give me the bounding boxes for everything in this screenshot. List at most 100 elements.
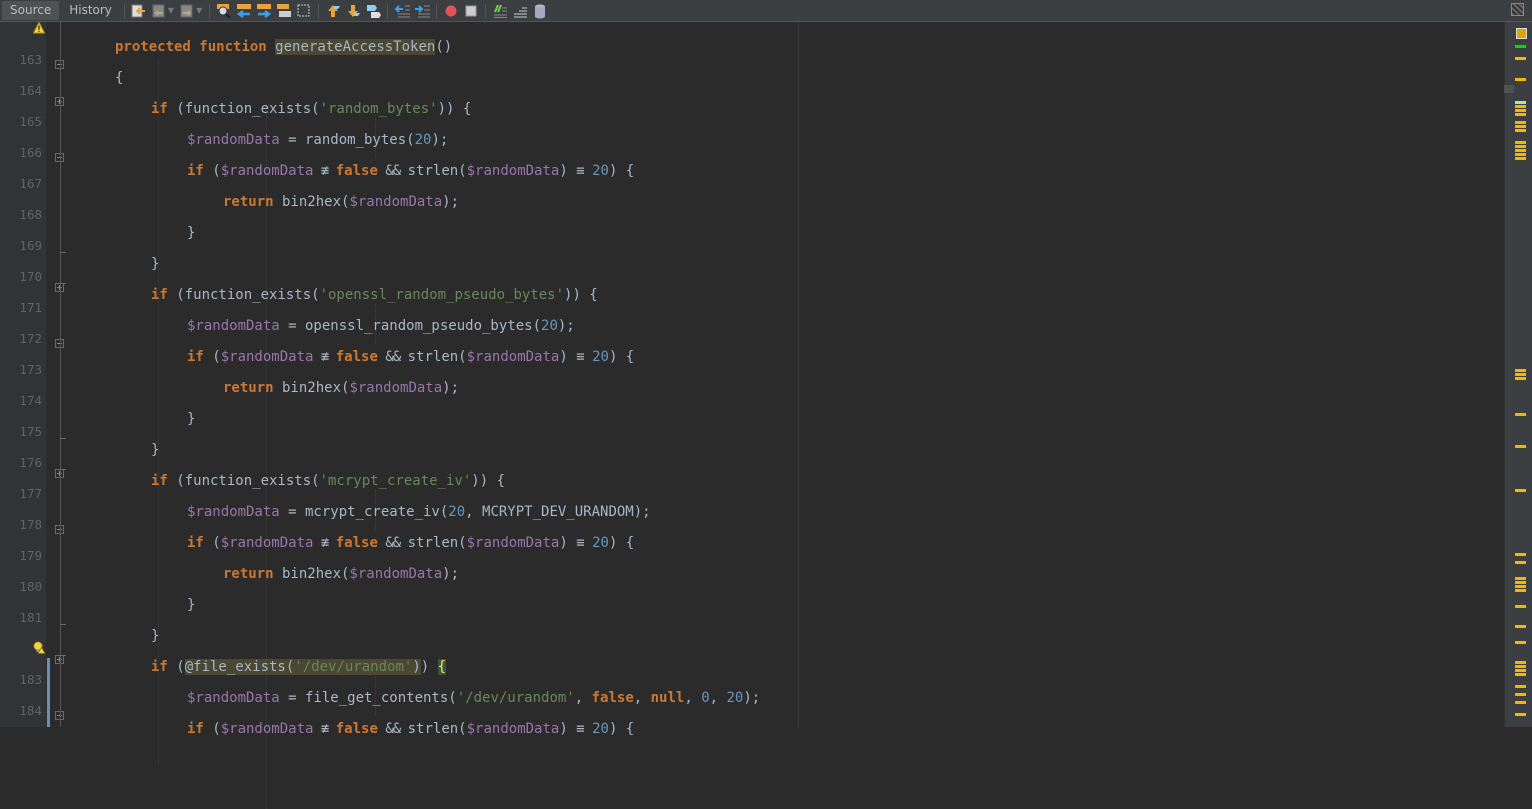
error-stripe-mark[interactable] [1515,685,1526,688]
code-line[interactable]: if ($randomData ≢ false && strlen($rando… [187,532,634,554]
code-line[interactable]: $randomData = openssl_random_pseudo_byte… [187,315,575,337]
stripe-scroll-thumb[interactable] [1504,85,1514,93]
error-stripe-mark[interactable] [1515,113,1526,116]
variable: $randomData [466,721,560,737]
error-stripe-mark[interactable] [1515,157,1526,160]
error-stripe-mark[interactable] [1515,665,1526,668]
error-stripe-mark[interactable] [1515,641,1526,644]
toggle-bookmark-icon[interactable] [365,3,382,19]
code-line[interactable]: if (@file_exists('/dev/urandom')) { [151,656,447,678]
error-stripe-mark[interactable] [1515,149,1526,152]
error-stripe-mark[interactable] [1515,373,1526,376]
error-stripe-mark[interactable] [1515,129,1526,132]
tab-source[interactable]: Source [2,1,60,20]
keyword-return: return [223,194,274,210]
find-next-icon[interactable] [256,3,272,19]
error-stripe-mark[interactable] [1515,413,1526,416]
start-macro-recording-icon[interactable] [443,3,459,19]
previous-bookmark-icon[interactable] [325,3,341,19]
error-stripe-mark[interactable] [1515,625,1526,628]
last-edit-icon[interactable] [131,3,147,19]
error-stripe-mark[interactable] [1515,585,1526,588]
error-stripe-mark[interactable] [1515,369,1526,372]
code-line[interactable]: $randomData = random_bytes(20); [187,129,448,151]
shift-right-icon[interactable] [414,3,431,19]
code-line[interactable]: return bin2hex($randomData); [223,191,459,213]
forward-dropdown-icon[interactable]: ▼ [196,6,202,15]
error-stripe-mark[interactable] [1515,489,1526,492]
code-line[interactable]: } [151,625,159,647]
maximize-icon[interactable] [1511,3,1524,16]
error-stripe-mark[interactable] [1515,377,1526,380]
error-stripe-mark[interactable] [1515,445,1526,448]
code-line[interactable]: return bin2hex($randomData); [223,563,459,585]
closing-brace: } [187,225,196,241]
code-line[interactable]: return bin2hex($randomData); [223,377,459,399]
fold-end-marker [60,252,66,253]
stop-macro-recording-icon[interactable] [463,3,479,19]
error-stripe-mark[interactable] [1515,713,1526,716]
error-stripe-mark[interactable] [1515,78,1526,81]
toggle-highlight-icon[interactable] [276,3,292,19]
code-line[interactable]: protected function generateAccessToken() [115,36,452,58]
error-stripe-mark[interactable] [1515,105,1526,108]
code-line[interactable]: } [151,253,159,275]
back-dropdown-icon[interactable]: ▼ [168,6,174,15]
code-line[interactable]: } [187,408,195,430]
error-stripe-mark[interactable] [1515,45,1526,48]
error-stripe-mark[interactable] [1515,577,1526,580]
line-number: 165 [19,114,42,129]
closing-brace: } [187,597,196,613]
uncomment-icon[interactable] [512,3,528,19]
error-stripe-mark[interactable] [1515,673,1526,676]
file-status-icon[interactable] [1516,28,1527,39]
function-name: generateAccessToken [275,39,436,55]
code-line[interactable]: $randomData = file_get_contents('/dev/ur… [187,687,760,709]
error-stripe-mark[interactable] [1515,125,1526,128]
bulb-warning-icon[interactable] [33,641,45,654]
error-stripe-mark[interactable] [1515,553,1526,556]
code-line[interactable]: } [187,594,195,616]
rectangular-selection-icon[interactable] [296,3,312,19]
error-stripe-mark[interactable] [1515,669,1526,672]
error-stripe-mark[interactable] [1515,589,1526,592]
code-line[interactable]: if (function_exists('mcrypt_create_iv'))… [151,470,505,492]
code-line[interactable]: if ($randomData ≢ false && strlen($rando… [187,160,634,182]
code-line[interactable]: if ($randomData ≢ false && strlen($rando… [187,346,634,368]
error-stripe-mark[interactable] [1515,101,1526,104]
error-stripe-mark[interactable] [1515,141,1526,144]
find-previous-icon[interactable] [236,3,252,19]
punct: ( [203,349,221,365]
error-stripe-mark[interactable] [1515,661,1526,664]
error-stripe-mark[interactable] [1515,581,1526,584]
next-bookmark-icon[interactable] [345,3,361,19]
database-icon[interactable] [532,3,548,19]
error-stripe-mark[interactable] [1515,57,1526,60]
error-stripe-mark[interactable] [1515,145,1526,148]
code-line[interactable]: } [187,222,195,244]
error-stripe-mark[interactable] [1515,153,1526,156]
error-stripe-mark[interactable] [1515,109,1526,112]
warning-icon[interactable] [33,22,45,34]
code-line[interactable]: { [115,67,123,89]
error-stripe-mark[interactable] [1515,561,1526,564]
code-line[interactable]: if (function_exists('random_bytes')) { [151,98,471,120]
error-stripe-mark[interactable] [1515,693,1526,696]
shift-left-icon[interactable] [394,3,411,19]
comment-icon[interactable] [492,3,508,19]
error-stripe-mark[interactable] [1515,121,1526,124]
find-icon[interactable] [216,3,232,19]
error-stripe-mark[interactable] [1515,605,1526,608]
punct: ) { [608,721,635,737]
code-line[interactable]: $randomData = mcrypt_create_iv(20, MCRYP… [187,501,651,523]
back-icon[interactable] [151,3,167,19]
code-line[interactable]: if (function_exists('openssl_random_pseu… [151,284,598,306]
code-line[interactable]: } [151,439,159,461]
error-stripe-mark[interactable] [1515,701,1526,704]
line-number: 180 [19,579,42,594]
tab-history[interactable]: History [61,1,120,20]
code-line[interactable]: if ($randomData ≢ false && strlen($rando… [187,718,634,740]
forward-icon[interactable] [179,3,195,19]
code-editor[interactable]: protected function generateAccessToken()… [77,22,1504,809]
change-marker[interactable] [47,658,50,727]
